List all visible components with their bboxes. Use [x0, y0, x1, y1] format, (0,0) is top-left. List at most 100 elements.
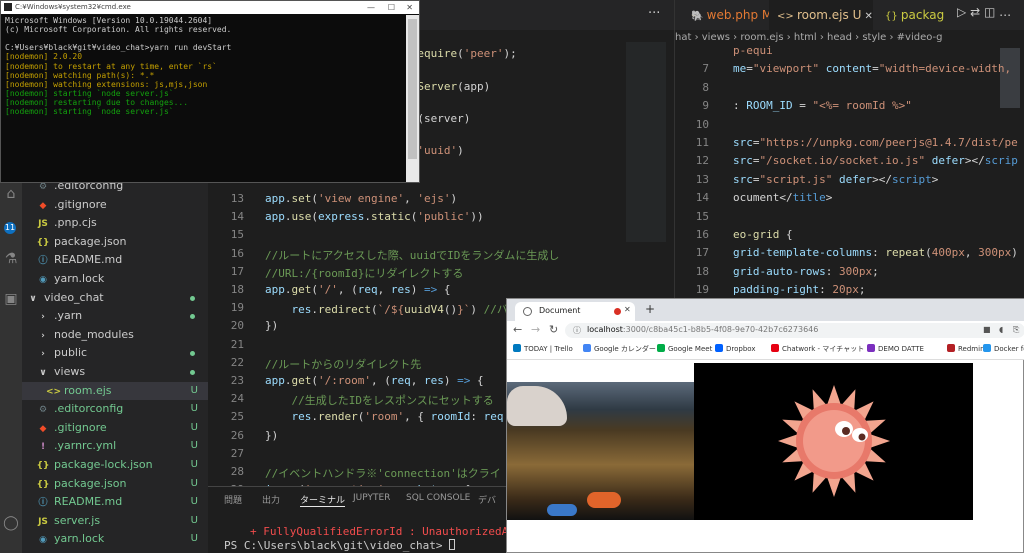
explorer-item[interactable]: › node_modules	[22, 326, 208, 345]
explorer-item[interactable]: ◆ .gitignore U	[22, 419, 208, 438]
bookmark-label: TODAY | Trello	[524, 345, 573, 353]
browser-tab[interactable]: Document ✕	[515, 302, 635, 321]
panel-tab[interactable]: SQL CONSOLE	[406, 493, 470, 503]
bookmark-item[interactable]: Chatwork - マイチャット	[771, 344, 864, 354]
editor-tab[interactable]: {} packag	[877, 0, 944, 30]
git-status: U	[190, 496, 198, 508]
back-icon[interactable]: ←	[513, 323, 522, 336]
url-text: localhost:3000/c8ba45c1-b8b5-4f08-9e70-4…	[587, 325, 819, 334]
explorer-item[interactable]: ⓘ README.md U	[22, 493, 208, 512]
cmd-window[interactable]: C:¥Windows¥system32¥cmd.exe — ☐ ✕ Micros…	[0, 0, 420, 183]
camera-icon[interactable]: ■	[983, 325, 991, 334]
line-number: 18	[230, 283, 244, 296]
code-line: })	[265, 428, 279, 442]
info-icon[interactable]: ⓘ	[573, 325, 581, 336]
line-number: 23	[230, 374, 244, 387]
folder-icon: ∨	[29, 293, 37, 304]
panel-tab[interactable]: JUPYTER	[353, 493, 390, 503]
testing-icon[interactable]: ⚗	[2, 250, 20, 268]
cmd-line: [nodemon] watching extensions: js,mjs,js…	[5, 79, 208, 89]
address-bar[interactable]: ⓘ localhost:3000/c8ba45c1-b8b5-4f08-9e70…	[565, 323, 1024, 338]
run-icon[interactable]: ▷	[957, 5, 966, 19]
mic-icon[interactable]: ◖	[999, 325, 1003, 334]
panel-tab[interactable]: デバ	[478, 493, 496, 506]
extensions-icon[interactable]: ⌂	[2, 185, 20, 203]
more-icon[interactable]: …	[999, 5, 1011, 19]
explorer-item[interactable]: ◉ yarn.lock U	[22, 530, 208, 549]
forward-icon[interactable]: →	[531, 323, 540, 336]
code-line: res.render('room', { roomId: req.	[291, 410, 511, 424]
bookmark-item[interactable]: Google Meet	[657, 344, 712, 353]
code-line: //ルートにアクセスした際、uuidでIDをランダムに生成し	[265, 248, 560, 262]
line-number: 24	[230, 392, 244, 406]
explorer-item[interactable]: {} package-lock.json U	[22, 456, 208, 475]
explorer-item[interactable]: JS .pnp.cjs	[22, 214, 208, 233]
minimize-icon[interactable]: —	[367, 1, 375, 14]
line-number: 13	[230, 192, 244, 205]
share-icon[interactable]: ⎘	[1013, 325, 1019, 335]
git-icon: ◆	[39, 423, 47, 434]
cmd-scrollbar[interactable]	[406, 15, 419, 182]
editor-tab[interactable]: 🐘 web.php M	[683, 0, 772, 30]
bookmark-item[interactable]: DEMO DATTE	[867, 344, 924, 353]
reload-icon[interactable]: ↻	[549, 323, 558, 336]
ejs-icon: <>	[777, 11, 797, 22]
terminal-cursor	[449, 539, 456, 550]
bookmark-item[interactable]: TODAY | Trello	[513, 344, 573, 353]
explorer-item[interactable]: ∨ video_chat	[22, 289, 208, 308]
bookmark-item[interactable]: Google カレンダー	[583, 344, 656, 354]
explorer-item[interactable]: <> room.ejs U	[22, 381, 208, 401]
bookmark-icon	[947, 344, 955, 352]
terminal-prompt[interactable]: PS C:\Users\black\git\video_chat>	[224, 539, 456, 552]
cmd-line: [nodemon] starting `node server.js`	[5, 107, 174, 116]
yarn-icon: !	[40, 442, 46, 453]
explorer-item-label: package-lock.json	[54, 458, 153, 471]
explorer-item-label: .editorconfig	[54, 402, 124, 416]
sun-ray	[871, 434, 890, 448]
line-number: 19	[230, 301, 244, 315]
cmd-title-bar[interactable]: C:¥Windows¥system32¥cmd.exe — ☐ ✕	[1, 1, 419, 14]
explorer-item-label: room.ejs	[64, 383, 112, 397]
bookmark-item[interactable]: Dropbox	[715, 344, 756, 353]
explorer-item[interactable]: ∨ views	[22, 363, 208, 382]
browser-window[interactable]: Document ✕ + ← → ↻ ⓘ localhost:3000/c8ba…	[506, 298, 1024, 553]
breadcrumb[interactable]: hat › views › room.ejs › html › head › s…	[675, 32, 943, 43]
explorer-item[interactable]: {} package.json	[22, 233, 208, 252]
explorer-item[interactable]: {} package.json U	[22, 475, 208, 494]
maximize-icon[interactable]: ☐	[388, 1, 395, 14]
line-number: 17	[230, 264, 244, 278]
explorer-item-label: .pnp.cjs	[54, 216, 97, 230]
editor-tab[interactable]: <> room.ejs U ✕	[769, 0, 873, 30]
panel-tab[interactable]: ターミナル	[300, 493, 346, 507]
tab-close-icon[interactable]: ✕	[861, 11, 873, 22]
tab-close-icon[interactable]: ✕	[624, 305, 631, 314]
explorer-item[interactable]: ⓘ README.md	[22, 251, 208, 270]
editor-tab-label: room.ejs U	[796, 8, 862, 22]
remote-icon[interactable]: ▣	[2, 290, 20, 308]
panel-tab[interactable]: 出力	[262, 493, 280, 506]
explorer-item[interactable]: › public	[22, 344, 208, 363]
line-number: 28	[230, 465, 244, 478]
scrollbar-thumb[interactable]	[408, 19, 417, 159]
explorer-item[interactable]: ! .yarnrc.yml U	[22, 437, 208, 456]
explorer-item-label: views	[54, 365, 86, 378]
split-editor-icon[interactable]: ◫	[984, 5, 995, 19]
explorer-item[interactable]: ◆ .gitignore	[22, 196, 208, 215]
line-number: 18	[695, 264, 709, 278]
more-actions-icon[interactable]: ···	[648, 6, 660, 21]
crab-figure	[587, 492, 621, 508]
compare-icon[interactable]: ⇄	[970, 5, 980, 19]
bookmark-item[interactable]: Docker for W	[983, 344, 1024, 353]
explorer-item[interactable]: JS server.js U	[22, 512, 208, 531]
account-icon[interactable]: ◯	[2, 514, 20, 532]
minimap[interactable]	[626, 42, 666, 242]
new-tab-button[interactable]: +	[645, 302, 655, 316]
minimap[interactable]	[1000, 48, 1020, 108]
panel-tab[interactable]: 問題	[224, 493, 242, 506]
explorer-item[interactable]: ⚙ .editorconfig U	[22, 400, 208, 419]
explorer-item[interactable]: › .yarn	[22, 307, 208, 326]
close-icon[interactable]: ✕	[406, 1, 413, 14]
explorer-item[interactable]: ◉ yarn.lock	[22, 270, 208, 289]
code-line: src="script.js" defer></script>	[733, 172, 939, 186]
explorer-item-label: .gitignore	[54, 420, 107, 434]
